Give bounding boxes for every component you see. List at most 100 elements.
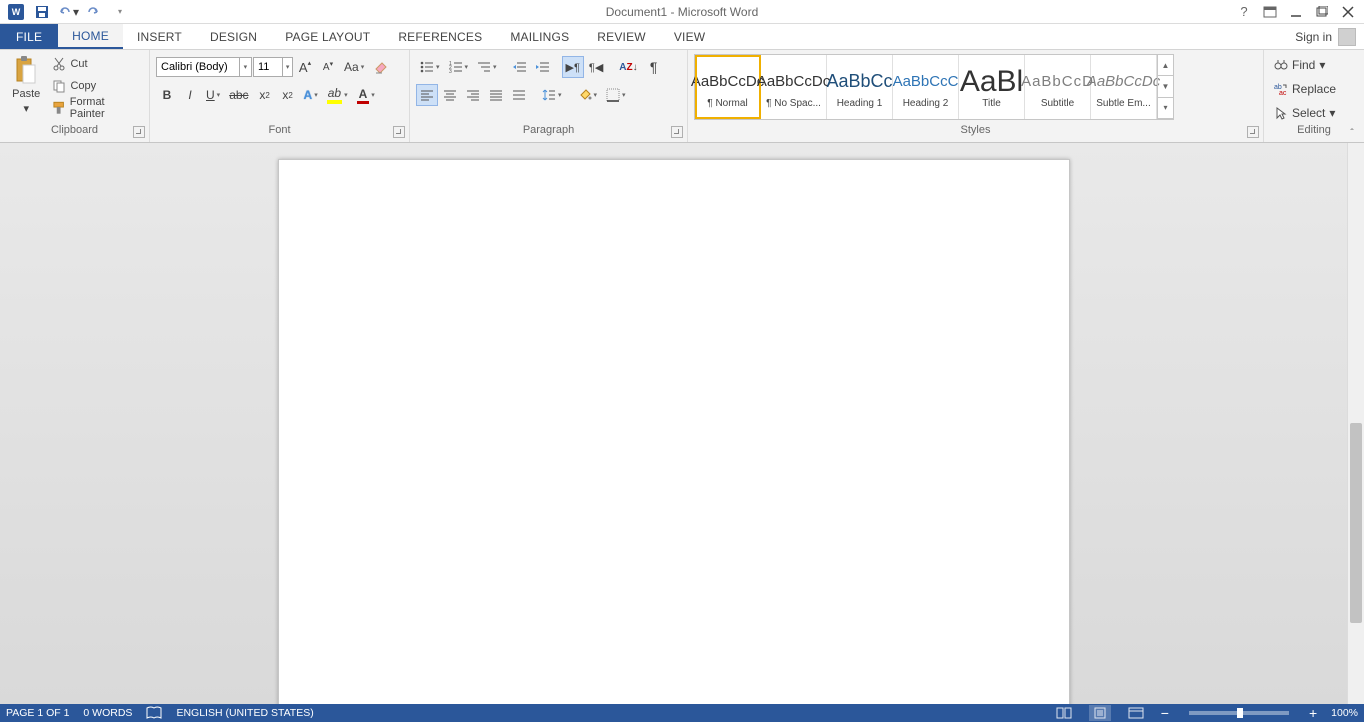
status-spellcheck[interactable]: [146, 706, 162, 720]
read-mode-icon: [1056, 707, 1072, 719]
styles-more-button[interactable]: ▾: [1158, 98, 1173, 119]
document-page[interactable]: [278, 159, 1070, 704]
copy-button[interactable]: Copy: [48, 76, 143, 96]
maximize-button[interactable]: [1310, 1, 1334, 23]
paste-button[interactable]: Paste ▾: [6, 52, 46, 118]
help-button[interactable]: ?: [1232, 1, 1256, 23]
show-marks-button[interactable]: ¶: [643, 56, 665, 78]
numbering-button[interactable]: 123▾: [445, 56, 473, 78]
align-right-button[interactable]: [462, 84, 484, 106]
text-effects-button[interactable]: A▾: [300, 84, 322, 106]
multilevel-icon: [477, 61, 491, 73]
word-logo[interactable]: W: [4, 1, 28, 23]
change-case-button[interactable]: Aa▾: [340, 56, 368, 78]
sign-in-button[interactable]: Sign in: [1287, 24, 1364, 49]
avatar-icon: [1338, 28, 1356, 46]
minimize-button[interactable]: [1284, 1, 1308, 23]
bullets-button[interactable]: ▾: [416, 56, 444, 78]
sort-button[interactable]: AZ↓: [615, 56, 641, 78]
subscript-button[interactable]: x2: [254, 84, 276, 106]
collapse-ribbon-button[interactable]: ˆ: [1344, 126, 1360, 140]
ltr-direction-button[interactable]: ▶¶: [562, 56, 584, 78]
font-name-dropdown[interactable]: ▾: [239, 58, 251, 76]
zoom-in-button[interactable]: +: [1309, 705, 1317, 721]
style-no-spacing[interactable]: AaBbCcDc ¶ No Spac...: [761, 55, 827, 119]
zoom-out-button[interactable]: −: [1161, 705, 1169, 721]
close-button[interactable]: [1336, 1, 1360, 23]
style-heading-2[interactable]: AaBbCcC Heading 2: [893, 55, 959, 119]
status-page[interactable]: PAGE 1 OF 1: [6, 707, 69, 719]
tab-review[interactable]: REVIEW: [583, 24, 660, 49]
font-name-combo[interactable]: ▾: [156, 57, 252, 77]
font-launcher[interactable]: [393, 126, 405, 138]
distributed-button[interactable]: [508, 84, 530, 106]
format-painter-button[interactable]: Format Painter: [48, 98, 143, 118]
highlight-button[interactable]: ab▾: [323, 84, 352, 106]
tab-file[interactable]: FILE: [0, 24, 58, 49]
font-color-button[interactable]: A▾: [353, 84, 379, 106]
status-language[interactable]: ENGLISH (UNITED STATES): [176, 707, 313, 719]
shrink-font-button[interactable]: A▾: [317, 56, 339, 78]
view-web-layout[interactable]: [1125, 705, 1147, 721]
grow-font-button[interactable]: A▴: [294, 56, 316, 78]
bold-button[interactable]: B: [156, 84, 178, 106]
borders-button[interactable]: ▾: [602, 84, 630, 106]
tab-mailings[interactable]: MAILINGS: [496, 24, 583, 49]
style-subtitle[interactable]: AaBbCcD Subtitle: [1025, 55, 1091, 119]
tab-design[interactable]: DESIGN: [196, 24, 271, 49]
style-title[interactable]: AaBl Title: [959, 55, 1025, 119]
view-print-layout[interactable]: [1089, 705, 1111, 721]
view-read-mode[interactable]: [1053, 705, 1075, 721]
align-left-button[interactable]: [416, 84, 438, 106]
status-word-count[interactable]: 0 WORDS: [83, 707, 132, 719]
save-button[interactable]: [30, 1, 54, 23]
ribbon-display-options-button[interactable]: [1258, 1, 1282, 23]
align-center-button[interactable]: [439, 84, 461, 106]
multilevel-list-button[interactable]: ▾: [473, 56, 501, 78]
font-size-dropdown[interactable]: ▾: [282, 58, 292, 76]
replace-icon: abac: [1274, 82, 1288, 96]
tab-home[interactable]: HOME: [58, 24, 123, 49]
decrease-indent-button[interactable]: [509, 56, 531, 78]
style-preview: AaBbCcC: [893, 66, 959, 98]
font-size-input[interactable]: [254, 61, 282, 73]
line-spacing-button[interactable]: ▾: [538, 84, 566, 106]
italic-button[interactable]: I: [179, 84, 201, 106]
justify-button[interactable]: [485, 84, 507, 106]
vertical-scrollbar[interactable]: [1347, 143, 1364, 704]
increase-indent-button[interactable]: [532, 56, 554, 78]
borders-icon: [606, 88, 620, 102]
tab-view[interactable]: VIEW: [660, 24, 719, 49]
styles-scroll-up[interactable]: ▲: [1158, 55, 1173, 76]
tab-insert[interactable]: INSERT: [123, 24, 196, 49]
superscript-button[interactable]: x2: [277, 84, 299, 106]
undo-button[interactable]: ▾: [56, 1, 80, 23]
cut-button[interactable]: Cut: [48, 54, 143, 74]
format-painter-label: Format Painter: [70, 96, 139, 120]
scrollbar-thumb[interactable]: [1350, 423, 1362, 623]
tab-page-layout[interactable]: PAGE LAYOUT: [271, 24, 384, 49]
find-button[interactable]: Find▾: [1270, 54, 1329, 76]
zoom-slider[interactable]: [1189, 711, 1289, 715]
clipboard-launcher[interactable]: [133, 126, 145, 138]
strikethrough-button[interactable]: abc: [225, 84, 252, 106]
select-button[interactable]: Select▾: [1270, 102, 1339, 124]
font-name-input[interactable]: [157, 61, 239, 73]
font-size-combo[interactable]: ▾: [253, 57, 293, 77]
style-heading-1[interactable]: AaBbCc Heading 1: [827, 55, 893, 119]
rtl-direction-button[interactable]: ¶◀: [585, 56, 607, 78]
style-subtle-emphasis[interactable]: AaBbCcDc Subtle Em...: [1091, 55, 1157, 119]
tab-references[interactable]: REFERENCES: [384, 24, 496, 49]
shading-button[interactable]: ▾: [574, 84, 602, 106]
clear-formatting-button[interactable]: [369, 56, 393, 78]
paragraph-launcher[interactable]: [671, 126, 683, 138]
zoom-level[interactable]: 100%: [1331, 707, 1358, 719]
qat-customize-button[interactable]: ▾: [108, 1, 132, 23]
zoom-slider-knob[interactable]: [1237, 708, 1243, 718]
underline-button[interactable]: U▾: [202, 84, 224, 106]
redo-button[interactable]: [82, 1, 106, 23]
style-normal[interactable]: AaBbCcDc ¶ Normal: [695, 55, 761, 119]
styles-scroll-down[interactable]: ▼: [1158, 76, 1173, 97]
styles-launcher[interactable]: [1247, 126, 1259, 138]
replace-button[interactable]: abac Replace: [1270, 78, 1340, 100]
